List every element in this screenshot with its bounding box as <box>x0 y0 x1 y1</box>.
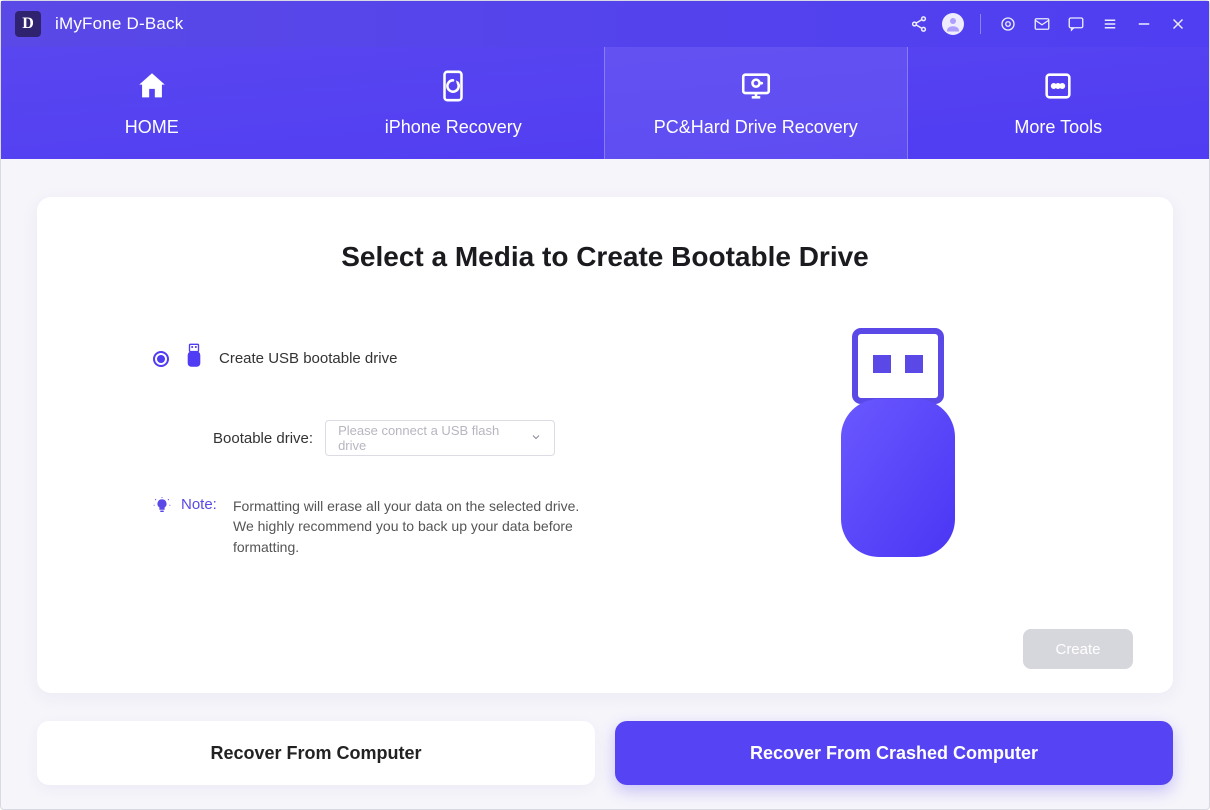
pc-recovery-icon <box>739 69 773 103</box>
close-button[interactable] <box>1161 7 1195 41</box>
titlebar-separator <box>980 14 981 34</box>
illustration-column <box>678 317 1117 667</box>
feedback-icon[interactable] <box>1059 7 1093 41</box>
note-text: Formatting will erase all your data on t… <box>233 496 583 557</box>
app-window: D iMyFone D-Back <box>0 0 1210 810</box>
settings-icon[interactable] <box>991 7 1025 41</box>
usb-illustration-icon <box>833 327 963 572</box>
home-icon <box>135 69 169 103</box>
nav-label: HOME <box>125 117 179 138</box>
bottom-tab-label: Recover From Computer <box>210 743 421 764</box>
nav-tab-home[interactable]: HOME <box>1 47 303 159</box>
iphone-recovery-icon <box>436 69 470 103</box>
select-placeholder: Please connect a USB flash drive <box>338 423 530 453</box>
nav-label: PC&Hard Drive Recovery <box>654 117 858 138</box>
bootable-drive-select[interactable]: Please connect a USB flash drive <box>325 420 555 456</box>
create-button: Create <box>1023 629 1133 669</box>
page-title: Select a Media to Create Bootable Drive <box>93 241 1117 273</box>
chevron-down-icon <box>530 431 542 446</box>
radio-selected[interactable] <box>153 351 169 367</box>
bootable-drive-label: Bootable drive: <box>213 430 313 447</box>
usb-small-icon <box>185 343 203 374</box>
nav-tab-more-tools[interactable]: More Tools <box>908 47 1210 159</box>
bottom-tab-label: Recover From Crashed Computer <box>750 743 1038 764</box>
app-logo: D <box>15 11 41 37</box>
nav-tab-pc-recovery[interactable]: PC&Hard Drive Recovery <box>604 47 908 159</box>
lightbulb-icon <box>153 497 171 520</box>
titlebar: D iMyFone D-Back <box>1 1 1209 47</box>
main-nav: HOME iPhone Recovery PC&Hard Drive Recov… <box>1 47 1209 159</box>
main-card: Select a Media to Create Bootable Drive … <box>37 197 1173 693</box>
bottom-tab-recover-computer[interactable]: Recover From Computer <box>37 721 595 785</box>
options-column: Create USB bootable drive Bootable drive… <box>93 317 638 667</box>
bootable-drive-row: Bootable drive: Please connect a USB fla… <box>213 420 638 456</box>
menu-icon[interactable] <box>1093 7 1127 41</box>
mail-icon[interactable] <box>1025 7 1059 41</box>
nav-label: More Tools <box>1014 117 1102 138</box>
app-title: iMyFone D-Back <box>55 14 183 34</box>
more-tools-icon <box>1041 69 1075 103</box>
content-area: Select a Media to Create Bootable Drive … <box>1 159 1209 809</box>
minimize-button[interactable] <box>1127 7 1161 41</box>
share-icon[interactable] <box>902 7 936 41</box>
bottom-tabs: Recover From Computer Recover From Crash… <box>37 721 1173 785</box>
note-row: Note: Formatting will erase all your dat… <box>153 496 638 557</box>
usb-option-row[interactable]: Create USB bootable drive <box>153 343 638 374</box>
nav-tab-iphone-recovery[interactable]: iPhone Recovery <box>303 47 605 159</box>
bottom-tab-recover-crashed[interactable]: Recover From Crashed Computer <box>615 721 1173 785</box>
user-avatar-icon[interactable] <box>936 7 970 41</box>
note-label: Note: <box>181 496 223 513</box>
nav-label: iPhone Recovery <box>385 117 522 138</box>
option-label: Create USB bootable drive <box>219 350 397 367</box>
